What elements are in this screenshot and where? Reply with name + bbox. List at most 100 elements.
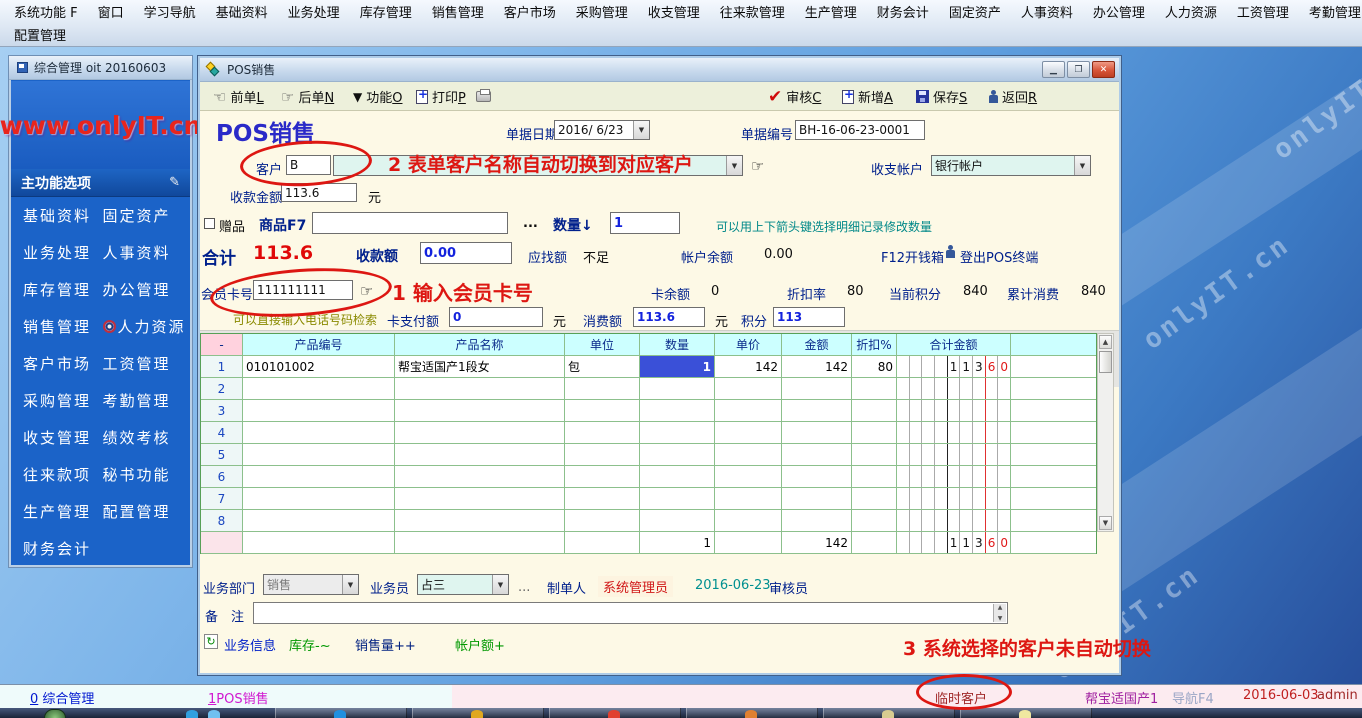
column-header-产品名称[interactable]: 产品名称: [395, 334, 565, 355]
table-cell[interactable]: 8: [201, 510, 243, 531]
check-button[interactable]: ✔审核C: [768, 82, 821, 111]
table-cell[interactable]: [852, 400, 897, 421]
sidebar-item-销售管理[interactable]: 销售管理: [11, 316, 101, 337]
sidebar-item-业务处理[interactable]: 业务处理: [11, 242, 101, 263]
taskbar-button[interactable]: [275, 708, 407, 718]
chevron-down-icon[interactable]: ▼: [726, 156, 742, 175]
table-cell[interactable]: [715, 510, 782, 531]
docno-input[interactable]: [795, 120, 925, 140]
account-combobox[interactable]: 银行帐户▼: [931, 155, 1091, 176]
chevron-down-icon[interactable]: ▼: [342, 575, 358, 594]
page-button[interactable]: 打印P: [416, 82, 466, 111]
table-cell[interactable]: [565, 488, 640, 509]
sidebar-item-收支管理[interactable]: 收支管理: [11, 427, 101, 448]
product-browse-button[interactable]: ...: [523, 216, 538, 231]
gift-checkbox[interactable]: [204, 218, 215, 229]
table-cell[interactable]: [852, 444, 897, 465]
table-cell[interactable]: [395, 422, 565, 443]
table-row-empty[interactable]: 3: [201, 400, 1096, 422]
taskbar-button[interactable]: [686, 708, 818, 718]
table-cell[interactable]: [782, 466, 852, 487]
table-cell[interactable]: [565, 466, 640, 487]
restore-button[interactable]: ❐: [1067, 61, 1090, 78]
column-header-单价[interactable]: 单价: [715, 334, 782, 355]
menu-item-库存管理[interactable]: 库存管理: [350, 0, 422, 23]
sidebar-item-基础资料[interactable]: 基础资料: [11, 205, 101, 226]
menu-item-窗口[interactable]: 窗口: [88, 0, 134, 23]
table-row-empty[interactable]: 2: [201, 378, 1096, 400]
table-cell[interactable]: [715, 400, 782, 421]
spinner-icon[interactable]: ▲▼: [993, 604, 1006, 622]
switch-main-window[interactable]: 0 综合管理: [30, 688, 94, 707]
table-cell[interactable]: [782, 400, 852, 421]
taskbar-button[interactable]: [960, 708, 1092, 718]
table-cell[interactable]: [395, 466, 565, 487]
column-header-单位[interactable]: 单位: [565, 334, 640, 355]
product-input[interactable]: [312, 212, 508, 234]
chevron-down-icon[interactable]: ▼: [1074, 156, 1090, 175]
date-combobox[interactable]: 2016/ 6/23▼: [554, 120, 650, 140]
table-cell[interactable]: [852, 488, 897, 509]
consume-input[interactable]: [633, 307, 705, 327]
table-cell[interactable]: [852, 510, 897, 531]
taskbar-button[interactable]: [412, 708, 544, 718]
table-cell[interactable]: [565, 422, 640, 443]
table-cell[interactable]: [201, 532, 243, 553]
table-cell[interactable]: [395, 444, 565, 465]
table-cell[interactable]: [897, 378, 1011, 399]
table-cell[interactable]: [565, 400, 640, 421]
table-cell[interactable]: [243, 400, 395, 421]
column-header-折扣%[interactable]: 折扣%: [852, 334, 897, 355]
menu-item-人力资源[interactable]: 人力资源: [1155, 0, 1227, 23]
table-row[interactable]: 1010101002帮宝适国产1段女包11421428011360: [201, 356, 1096, 378]
table-cell[interactable]: 11360: [897, 356, 1011, 377]
table-row-empty[interactable]: 7: [201, 488, 1096, 510]
hand-right-button[interactable]: ☞后单N: [281, 82, 334, 111]
salesman-browse-button[interactable]: ...: [518, 580, 530, 595]
down-arrow-button[interactable]: ▼功能O: [353, 82, 402, 111]
menu-item-工资管理[interactable]: 工资管理: [1227, 0, 1299, 23]
table-cell[interactable]: [715, 532, 782, 553]
table-cell[interactable]: 1: [640, 356, 715, 377]
taskbar-button[interactable]: [823, 708, 955, 718]
table-cell[interactable]: 142: [715, 356, 782, 377]
menu-item-往来款管理[interactable]: 往来款管理: [710, 0, 795, 23]
sidebar-item-秘书功能[interactable]: 秘书功能: [101, 464, 191, 485]
table-cell[interactable]: 6: [201, 466, 243, 487]
table-cell[interactable]: [782, 422, 852, 443]
table-cell[interactable]: [852, 422, 897, 443]
sidebar-item-生产管理[interactable]: 生产管理: [11, 501, 101, 522]
table-cell[interactable]: 010101002: [243, 356, 395, 377]
table-cell[interactable]: [715, 422, 782, 443]
disk-button[interactable]: 保存S: [916, 82, 967, 111]
table-cell[interactable]: [243, 378, 395, 399]
menu-item-采购管理[interactable]: 采购管理: [566, 0, 638, 23]
menu-item-配置管理[interactable]: 配置管理: [4, 23, 76, 46]
menu-item-基础资料[interactable]: 基础资料: [206, 0, 278, 23]
menu-item-财务会计[interactable]: 财务会计: [867, 0, 939, 23]
person-exit-button[interactable]: 返回R: [989, 82, 1037, 111]
table-cell[interactable]: [782, 510, 852, 531]
account-amount-link[interactable]: 帐户额+: [455, 635, 505, 654]
table-cell[interactable]: 80: [852, 356, 897, 377]
table-cell[interactable]: [1011, 444, 1096, 465]
menu-item-系统功能 F[interactable]: 系统功能 F: [4, 0, 88, 23]
table-cell[interactable]: 11360: [897, 532, 1011, 553]
qty-input[interactable]: [610, 212, 680, 234]
table-cell[interactable]: 1: [201, 356, 243, 377]
page-plus-button[interactable]: 新增A: [842, 82, 893, 111]
f12-cashbox-label[interactable]: F12开钱箱: [881, 247, 944, 266]
column-header-合计金额[interactable]: 合计金额: [897, 334, 1011, 355]
sidebar-item-财务会计[interactable]: 财务会计: [11, 538, 101, 559]
logout-pos-link[interactable]: 登出POS终端: [960, 247, 1038, 266]
scroll-thumb[interactable]: [1099, 351, 1112, 373]
column-header--[interactable]: -: [201, 334, 243, 355]
table-cell[interactable]: [782, 488, 852, 509]
sidebar-item-人事资料[interactable]: 人事资料: [101, 242, 191, 263]
sidebar-item-库存管理[interactable]: 库存管理: [11, 279, 101, 300]
table-cell[interactable]: [1011, 466, 1096, 487]
stock-link[interactable]: 库存-~: [289, 635, 331, 654]
table-cell[interactable]: [1011, 422, 1096, 443]
table-cell[interactable]: [565, 532, 640, 553]
chevron-down-icon[interactable]: ▼: [492, 575, 508, 594]
